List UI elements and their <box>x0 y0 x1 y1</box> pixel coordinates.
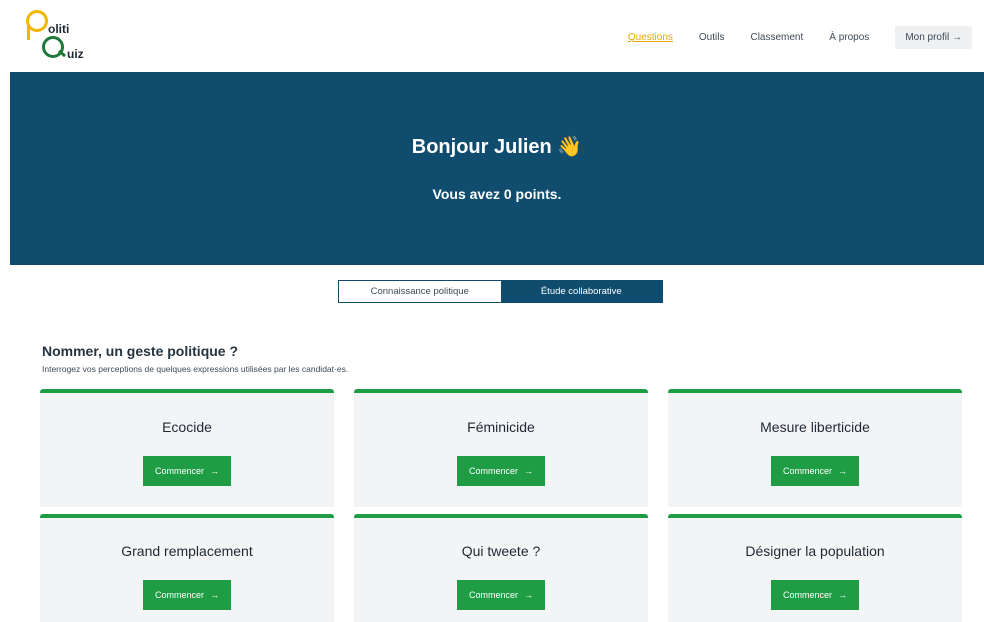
arrow-right-icon: → <box>838 466 847 476</box>
greeting-title: Bonjour Julien 👋 <box>411 136 583 158</box>
arrow-right-icon: → <box>210 466 219 476</box>
nav-link-questions[interactable]: Questions <box>628 32 673 43</box>
logo-text-politi: oliti <box>48 22 70 36</box>
section-title: Nommer, un geste politique ? <box>42 343 239 359</box>
start-button-ecocide[interactable]: Commencer → <box>143 456 231 486</box>
start-button-feminicide[interactable]: Commencer → <box>457 456 545 486</box>
quiz-card-mesure-liberticide: Mesure liberticide Commencer → <box>668 389 962 507</box>
arrow-right-icon: → <box>838 590 847 600</box>
button-label: Commencer <box>782 590 832 600</box>
logo-text-quiz: uiz <box>67 47 84 61</box>
button-label: Commencer <box>154 590 204 600</box>
quiz-card-feminicide: Féminicide Commencer → <box>354 389 648 507</box>
quiz-card-grand-remplacement: Grand remplacement Commencer → <box>40 514 334 622</box>
nav-link-classement[interactable]: Classement <box>750 32 803 43</box>
card-title: Ecocide <box>162 419 212 435</box>
nav-link-a-propos[interactable]: À propos <box>829 32 869 43</box>
card-title: Désigner la population <box>745 543 885 559</box>
quiz-card-designer-la-population: Désigner la population Commencer → <box>668 514 962 622</box>
mode-toggle: Connaissance politique Étude collaborati… <box>338 280 663 303</box>
card-title: Grand remplacement <box>121 543 253 559</box>
card-title: Qui tweete ? <box>461 543 541 559</box>
tab-connaissance-politique[interactable]: Connaissance politique <box>339 281 501 302</box>
welcome-banner: Bonjour Julien 👋 Vous avez 0 points. <box>10 72 984 265</box>
points-summary: Vous avez 0 points. <box>432 186 562 202</box>
section-subtitle: Interrogez vos perceptions de quelques e… <box>42 364 349 374</box>
start-button-grand-remplacement[interactable]: Commencer → <box>143 580 231 610</box>
quiz-card-ecocide: Ecocide Commencer → <box>40 389 334 507</box>
main-nav: Questions Outils Classement À propos Mon… <box>602 25 972 49</box>
quiz-card-qui-tweete: Qui tweete ? Commencer → <box>354 514 648 622</box>
arrow-right-icon: → <box>524 466 533 476</box>
logo-p-stem <box>27 24 30 40</box>
card-title: Mesure liberticide <box>760 419 870 435</box>
header: oliti uiz Questions Outils Classement À … <box>0 0 984 72</box>
card-title: Féminicide <box>467 419 535 435</box>
arrow-right-icon: → <box>524 590 533 600</box>
button-label: Commencer <box>782 466 832 476</box>
start-button-mesure-liberticide[interactable]: Commencer → <box>771 456 859 486</box>
start-button-qui-tweete[interactable]: Commencer → <box>457 580 545 610</box>
politiquiz-logo[interactable]: oliti uiz <box>26 10 96 62</box>
button-label: Commencer <box>468 466 518 476</box>
start-button-designer-la-population[interactable]: Commencer → <box>771 580 859 610</box>
nav-link-outils[interactable]: Outils <box>699 32 725 43</box>
button-label: Commencer <box>468 590 518 600</box>
button-label: Commencer <box>154 466 204 476</box>
arrow-right-icon: → <box>210 590 219 600</box>
tab-etude-collaborative[interactable]: Étude collaborative <box>500 281 662 302</box>
profile-button[interactable]: Mon profil → <box>895 25 972 49</box>
